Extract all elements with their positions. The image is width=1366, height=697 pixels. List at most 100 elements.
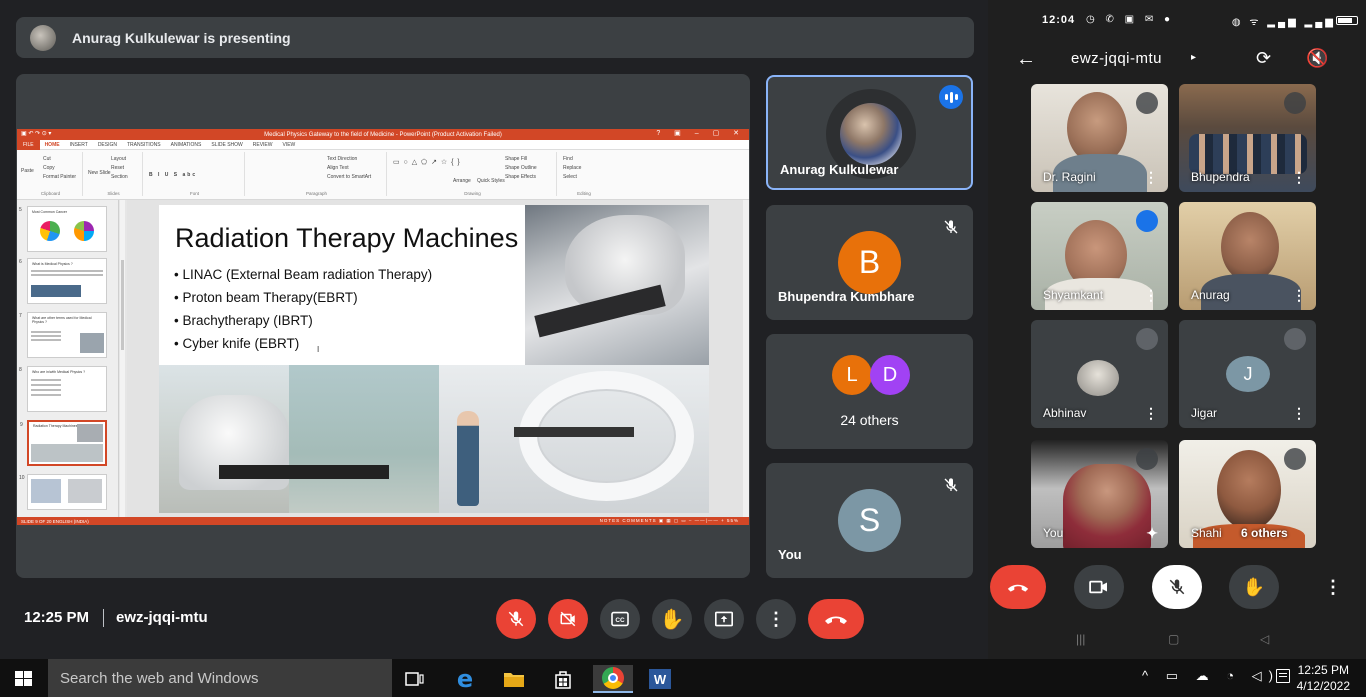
participant-tile-others[interactable]: L D 24 others: [766, 334, 973, 449]
new-slide-button[interactable]: New Slide: [88, 170, 111, 176]
camera-toggle-button[interactable]: [548, 599, 588, 639]
phone-tile-dr-ragini[interactable]: Dr. Ragini ⋮: [1031, 84, 1168, 192]
thumbnail-slide-6[interactable]: 6 What is Medical Physics ?: [19, 258, 107, 304]
comments-button[interactable]: COMMENTS: [622, 518, 656, 523]
leave-call-button[interactable]: [808, 599, 864, 639]
back-arrow-icon[interactable]: ←: [1016, 48, 1036, 71]
participant-tile-bhupendra[interactable]: B Bhupendra Kumbhare: [766, 205, 973, 320]
more-vert-icon[interactable]: ⋮: [1144, 287, 1158, 304]
arrange-button[interactable]: Arrange: [453, 178, 471, 184]
zoom-level[interactable]: 55%: [727, 518, 739, 523]
thumbnail-slide-8[interactable]: 8 Who are in/with Medical Physics ?: [19, 366, 107, 412]
phone-camera-button[interactable]: [1074, 565, 1124, 609]
tab-animations[interactable]: ANIMATIONS: [166, 142, 207, 148]
layout-button[interactable]: Layout: [111, 156, 126, 162]
thumbnails-scrollbar[interactable]: [120, 200, 125, 517]
quick-styles-button[interactable]: Quick Styles: [477, 178, 505, 184]
align-text-button[interactable]: Align Text: [327, 165, 349, 171]
phone-end-call-button[interactable]: [990, 565, 1046, 609]
phone-tile-shahi[interactable]: Shahi 6 others: [1179, 440, 1316, 548]
replace-button[interactable]: Replace: [563, 165, 581, 171]
more-vert-icon[interactable]: ⋮: [1144, 169, 1158, 186]
more-vert-icon[interactable]: ⋮: [1292, 405, 1306, 422]
thumbnail-slide-5[interactable]: 5 Most Common Cancer: [19, 206, 107, 252]
editor-scrollbar[interactable]: [743, 200, 749, 517]
system-tray-icons[interactable]: ^ ▭ ☁ ◔ ◁): [1142, 668, 1280, 684]
phone-meeting-code[interactable]: ewz-jqqi-mtu: [1071, 50, 1162, 67]
more-vert-icon[interactable]: ⋮: [1292, 169, 1306, 186]
tab-review[interactable]: REVIEW: [248, 142, 278, 148]
more-vert-icon[interactable]: ⋮: [1292, 287, 1306, 304]
more-vert-icon[interactable]: ⋮: [1144, 405, 1158, 422]
captions-button[interactable]: CC: [600, 599, 640, 639]
tab-slide-show[interactable]: SLIDE SHOW: [206, 142, 247, 148]
nav-recents-icon[interactable]: |||: [1076, 632, 1085, 646]
view-buttons[interactable]: ▣ ▦ ▢ ▭: [659, 518, 687, 523]
font-format-icons[interactable]: B I U S abc: [149, 172, 197, 178]
zoom-slider[interactable]: – ——|—— +: [689, 518, 725, 523]
task-view-icon[interactable]: [398, 665, 432, 693]
present-button[interactable]: [704, 599, 744, 639]
scrollbar-thumb[interactable]: [121, 260, 124, 350]
current-slide[interactable]: Radiation Therapy Machines LINAC (Extern…: [159, 205, 709, 513]
phone-tile-you[interactable]: You ✦: [1031, 440, 1168, 548]
tab-transitions[interactable]: TRANSITIONS: [122, 142, 166, 148]
cut-button[interactable]: Cut: [43, 156, 51, 162]
participant-tile-anurag[interactable]: Anurag Kulkulewar: [766, 75, 973, 190]
thumbnail-slide-7[interactable]: 7 What are other terms used for Medical …: [19, 312, 107, 358]
tab-design[interactable]: DESIGN: [93, 142, 122, 148]
thumbnail-slide-10[interactable]: 10: [19, 474, 107, 510]
phone-raise-hand-button[interactable]: ✋: [1229, 565, 1279, 609]
taskbar-clock[interactable]: 12:25 PM 4/12/2022: [1297, 662, 1350, 694]
chevron-right-icon[interactable]: ▸: [1191, 52, 1196, 63]
file-explorer-icon[interactable]: [497, 665, 531, 693]
shapes-gallery[interactable]: ▭ ○ △ ⬠ ↗ ☆ { }: [393, 158, 461, 166]
phone-mic-button[interactable]: [1152, 565, 1202, 609]
nav-home-icon[interactable]: ▢: [1168, 632, 1179, 646]
speaker-off-icon[interactable]: 🔇: [1306, 48, 1328, 69]
phone-tile-shyamkant[interactable]: Shyamkant ⋮: [1031, 202, 1168, 310]
copy-button[interactable]: Copy: [43, 165, 55, 171]
mic-toggle-button[interactable]: [496, 599, 536, 639]
notes-button[interactable]: NOTES: [600, 518, 621, 523]
word-icon[interactable]: W: [643, 665, 677, 693]
tab-home[interactable]: HOME: [40, 142, 65, 148]
participant-tile-you[interactable]: S You: [766, 463, 973, 578]
slide-thumbnails-pane: 5 Most Common Cancer 6 What is Medical P…: [17, 200, 119, 517]
taskbar-search[interactable]: Search the web and Windows: [48, 659, 392, 697]
reset-button[interactable]: Reset: [111, 165, 124, 171]
shape-outline-button[interactable]: Shape Outline: [505, 165, 537, 171]
store-icon[interactable]: [546, 665, 580, 693]
windows-start-icon[interactable]: [15, 671, 32, 686]
tab-file[interactable]: FILE: [17, 139, 40, 150]
action-center-icon[interactable]: [1276, 669, 1290, 683]
phone-tile-anurag[interactable]: Anurag ⋮: [1179, 202, 1316, 310]
tab-insert[interactable]: INSERT: [65, 142, 93, 148]
paste-button[interactable]: Paste: [21, 168, 34, 174]
tab-view[interactable]: VIEW: [278, 142, 301, 148]
convert-smartart-button[interactable]: Convert to SmartArt: [327, 174, 371, 180]
find-button[interactable]: Find: [563, 156, 573, 162]
raise-hand-button[interactable]: ✋: [652, 599, 692, 639]
more-options-button[interactable]: ⋮: [756, 599, 796, 639]
presentation-stage[interactable]: ▣ ↶ ↷ ⊙ ▾ Medical Physics Gateway to the…: [16, 74, 750, 578]
phone-tile-jigar[interactable]: J Jigar ⋮: [1179, 320, 1316, 428]
shape-fill-button[interactable]: Shape Fill: [505, 156, 527, 162]
chrome-icon[interactable]: [593, 665, 633, 693]
phone-more-button[interactable]: ⋮: [1308, 565, 1358, 609]
phone-tile-bhupendra[interactable]: Bhupendra ⋮: [1179, 84, 1316, 192]
text-direction-button[interactable]: Text Direction: [327, 156, 357, 162]
format-painter-button[interactable]: Format Painter: [43, 174, 76, 180]
select-button[interactable]: Select: [563, 174, 577, 180]
shape-effects-button[interactable]: Shape Effects: [505, 174, 536, 180]
thumbnail-image: [31, 479, 61, 503]
phone-tile-abhinav[interactable]: Abhinav ⋮: [1031, 320, 1168, 428]
thumbnail-title: Most Common Cancer: [32, 210, 68, 214]
switch-camera-icon[interactable]: ⟳: [1256, 48, 1271, 69]
section-button[interactable]: Section: [111, 174, 128, 180]
thumbnail-slide-9[interactable]: 9 Radiation Therapy Machines: [20, 420, 107, 466]
effects-sparkle-icon[interactable]: ✦: [1146, 525, 1158, 542]
nav-back-icon[interactable]: ◁: [1260, 632, 1269, 646]
edge-icon[interactable]: e: [448, 665, 482, 693]
signal-icons: ◍ ᯤ ▂▄▆ ▂▄▆: [1231, 17, 1336, 28]
